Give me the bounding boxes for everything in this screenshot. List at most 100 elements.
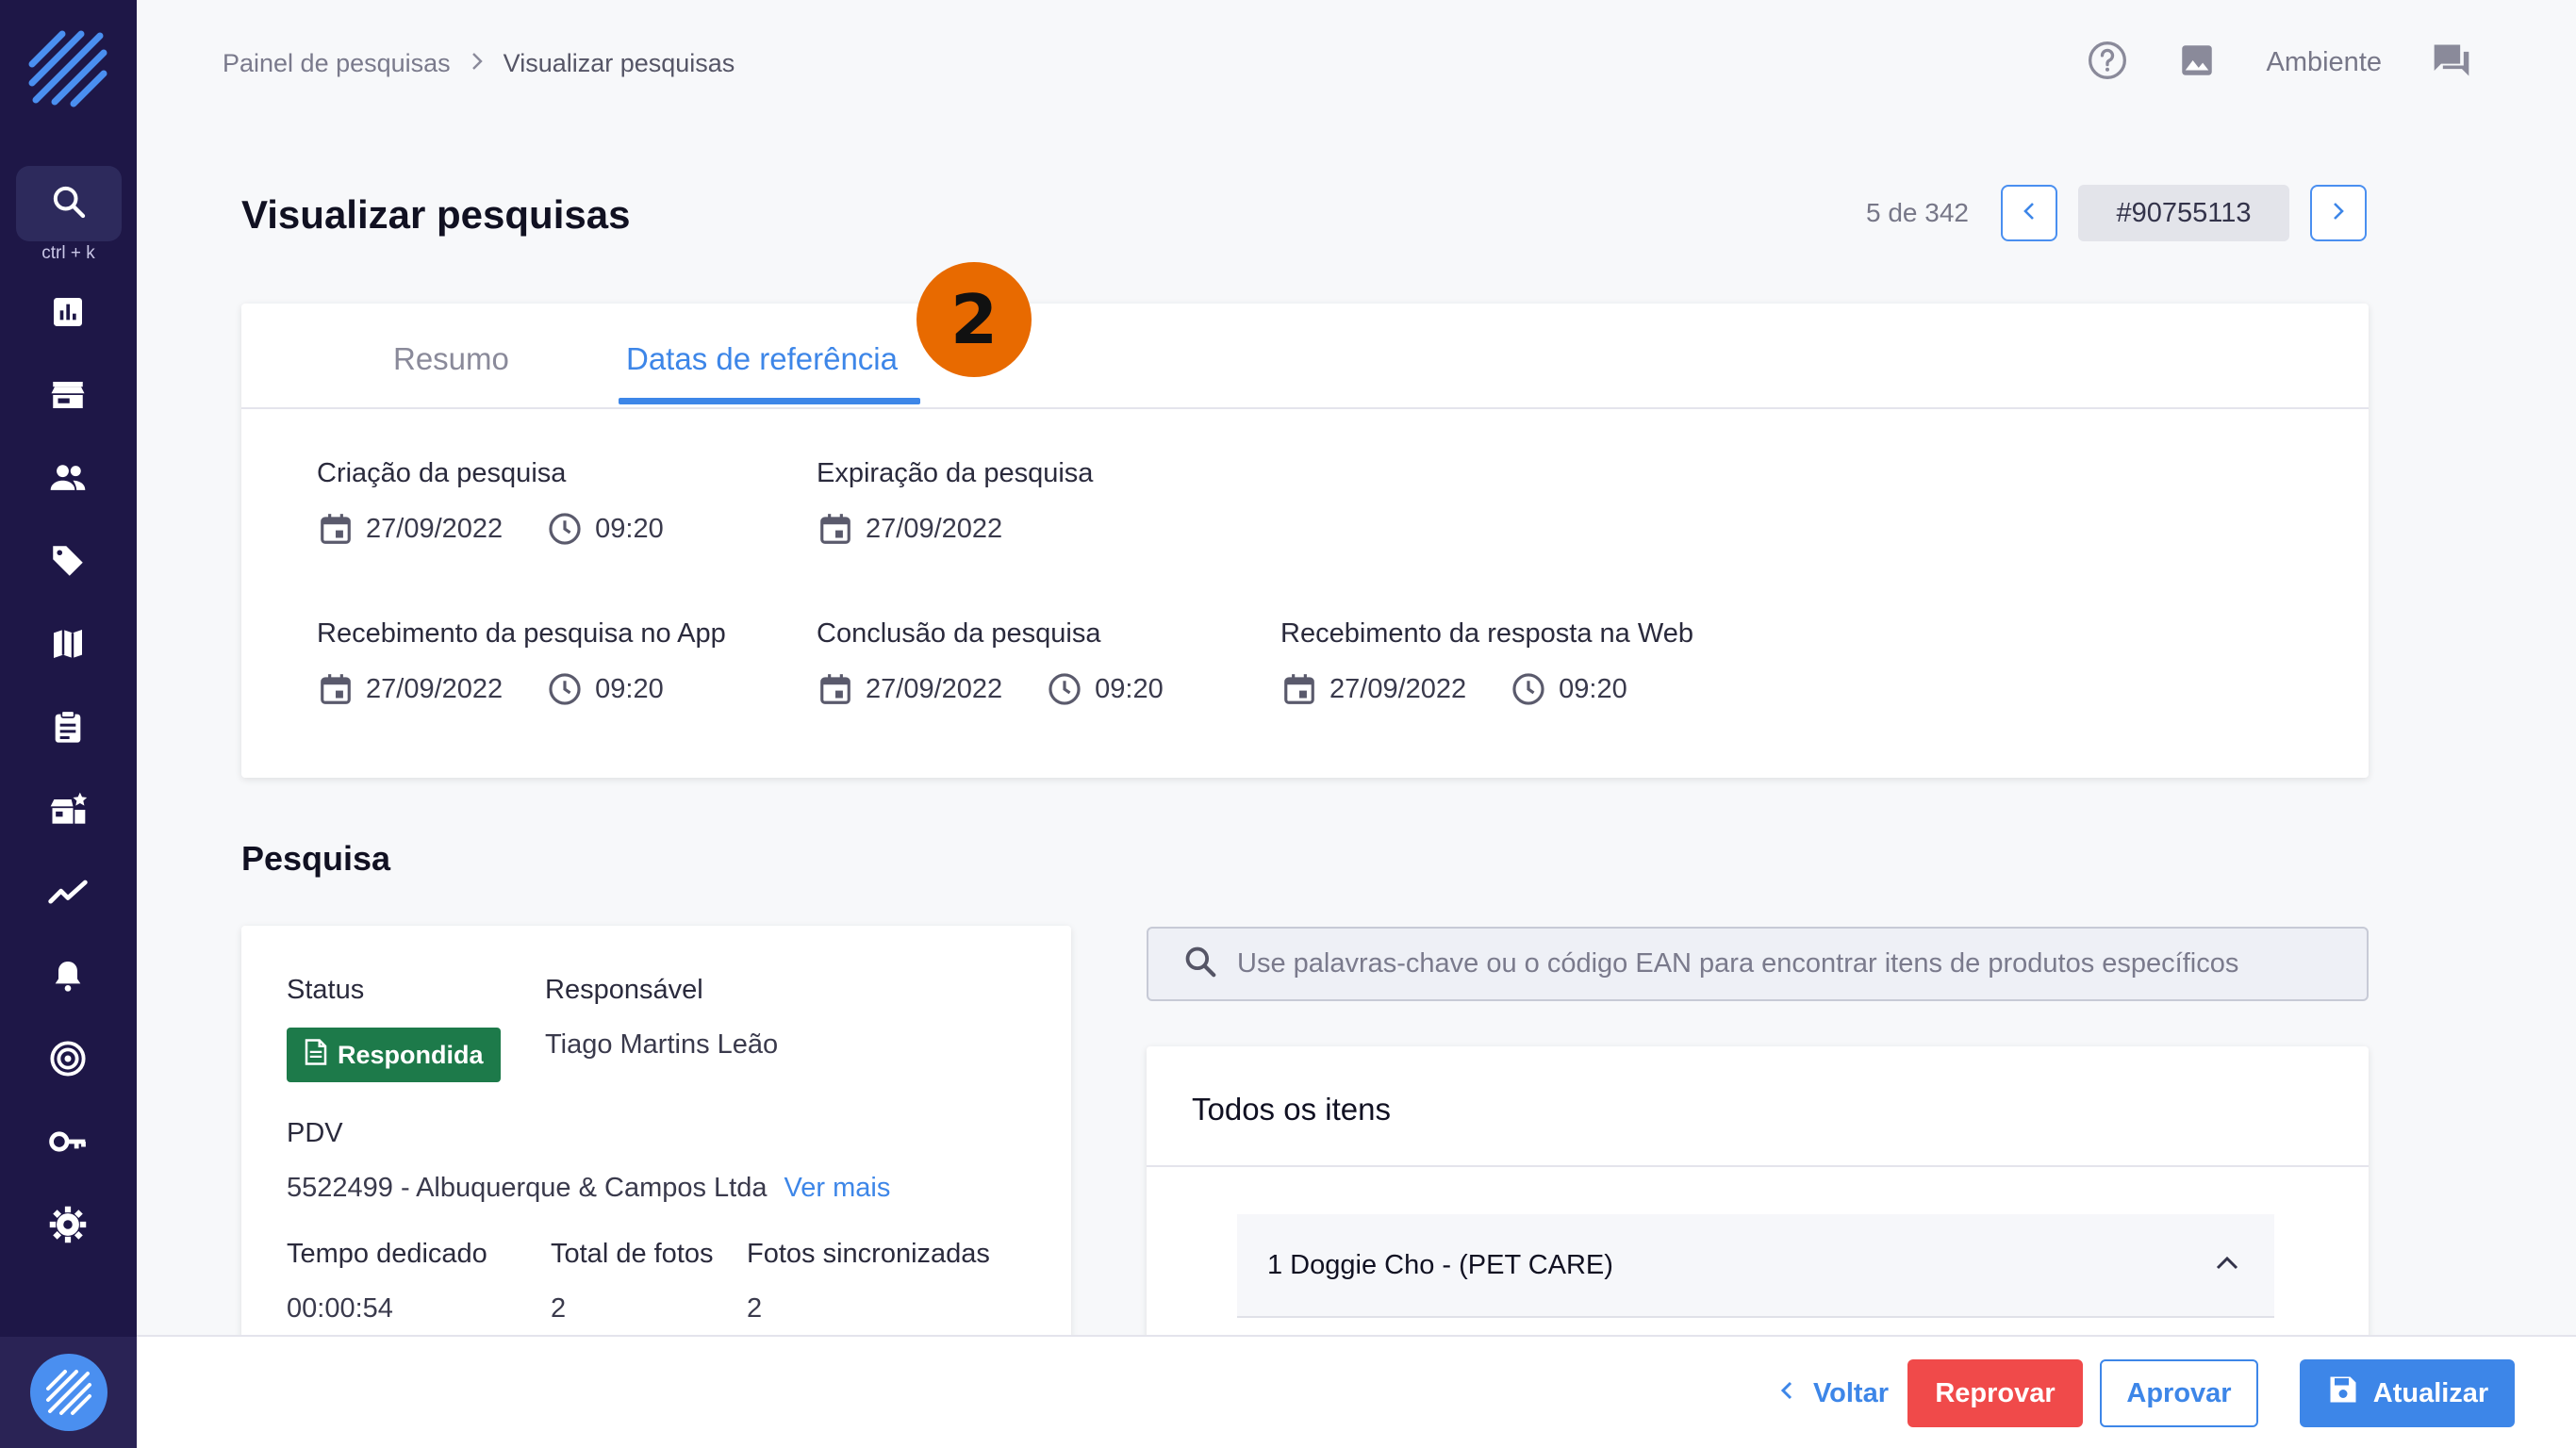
step-marker-badge: 2 <box>916 262 1032 377</box>
app-receipt-date-block: Recebimento da pesquisa no App 27/09/202… <box>317 618 726 708</box>
section-title-pesquisa: Pesquisa <box>241 839 391 878</box>
calendar-icon <box>317 510 355 548</box>
creation-date-label: Criação da pesquisa <box>317 458 567 488</box>
divider <box>1147 1165 2369 1167</box>
trending-icon[interactable] <box>43 868 92 917</box>
responsible-value: Tiago Martins Leão <box>545 1029 779 1060</box>
time-spent-label: Tempo dedicado <box>287 1239 487 1269</box>
dashboard-icon[interactable] <box>43 288 92 337</box>
next-button[interactable] <box>2310 185 2367 241</box>
chevron-left-icon <box>2021 200 2038 227</box>
total-photos-label: Total de fotos <box>551 1239 714 1269</box>
responsible-label: Responsável <box>545 975 703 1005</box>
search-icon <box>50 183 88 225</box>
app-receipt-time-value: 09:20 <box>595 673 664 704</box>
clipboard-icon[interactable] <box>43 702 92 751</box>
map-icon[interactable] <box>43 619 92 668</box>
brand-logo-icon[interactable] <box>26 28 109 111</box>
previous-button[interactable] <box>2001 185 2057 241</box>
creation-date-block: Criação da pesquisa 27/09/2022 09:20 <box>317 458 707 548</box>
item-name: 1 Doggie Cho - (PET CARE) <box>1267 1249 1613 1280</box>
search-icon <box>1182 944 1218 984</box>
store-icon[interactable] <box>43 370 92 420</box>
search-shortcut-hint: ctrl + k <box>41 243 95 263</box>
sidebar: ctrl + k <box>0 0 137 1448</box>
pdv-value-row: 5522499 - Albuquerque & Campos Ltda Ver … <box>287 1173 890 1204</box>
total-photos-value: 2 <box>551 1293 567 1324</box>
item-accordion-row[interactable]: 1 Doggie Cho - (PET CARE) <box>1237 1214 2274 1318</box>
calendar-icon <box>817 510 854 548</box>
app-receipt-date-label: Recebimento da pesquisa no App <box>317 618 726 649</box>
pdv-label: PDV <box>287 1118 343 1148</box>
save-icon <box>2326 1373 2360 1414</box>
environment-label[interactable]: Ambiente <box>2266 47 2382 78</box>
pager-count: 5 de 342 <box>1866 198 1969 227</box>
creation-time-value: 09:20 <box>595 513 664 544</box>
web-receipt-date-value: 27/09/2022 <box>1329 673 1467 704</box>
tab-datas-de-referencia[interactable]: Datas de referência <box>626 341 898 377</box>
gear-icon[interactable] <box>43 1200 92 1249</box>
status-badge: Respondida <box>287 1028 501 1082</box>
status-badge-label: Respondida <box>338 1040 484 1069</box>
bell-icon[interactable] <box>43 951 92 1000</box>
synced-photos-value: 2 <box>747 1293 763 1324</box>
tab-resumo[interactable]: Resumo <box>393 341 509 377</box>
conclusion-date-value: 27/09/2022 <box>866 673 1003 704</box>
product-search-box <box>1147 927 2369 1001</box>
reference-dates-card: Resumo Datas de referência Criação da pe… <box>241 304 2369 778</box>
items-card: Todos os itens 1 Doggie Cho - (PET CARE) <box>1147 1046 2369 1367</box>
clock-icon <box>1046 670 1083 708</box>
time-spent-value: 00:00:54 <box>287 1293 393 1324</box>
chevron-left-icon <box>1779 1378 1794 1409</box>
expiration-date-value: 27/09/2022 <box>866 513 1003 544</box>
breadcrumb-parent-link[interactable]: Painel de pesquisas <box>223 49 451 78</box>
back-button-label: Voltar <box>1812 1377 1890 1408</box>
key-icon[interactable] <box>43 1117 92 1166</box>
conclusion-date-label: Conclusão da pesquisa <box>817 618 1101 649</box>
clock-icon <box>1510 670 1547 708</box>
synced-photos-label: Fotos sincronizadas <box>747 1239 990 1269</box>
app-receipt-date-value: 27/09/2022 <box>366 673 504 704</box>
survey-info-card: Status Respondida Responsável Tiago Mart… <box>241 926 1071 1341</box>
chevron-up-icon[interactable] <box>2214 1254 2240 1277</box>
back-button[interactable]: Voltar <box>1740 1359 1928 1427</box>
brand-avatar-icon <box>29 1354 107 1431</box>
breadcrumb: Painel de pesquisas Visualizar pesquisas <box>223 49 735 78</box>
target-icon[interactable] <box>43 1034 92 1083</box>
reject-button[interactable]: Reprovar <box>1907 1359 2083 1427</box>
approve-button[interactable]: Aprovar <box>2100 1359 2258 1427</box>
creation-date-value: 27/09/2022 <box>366 513 504 544</box>
header-actions: Ambiente <box>2087 40 2472 86</box>
tabs: Resumo Datas de referência <box>241 304 2369 409</box>
update-button-label: Atualizar <box>2372 1377 2489 1408</box>
document-icon <box>304 1038 328 1073</box>
clock-icon <box>546 670 584 708</box>
people-icon[interactable] <box>43 453 92 502</box>
calendar-icon <box>817 670 854 708</box>
chat-icon[interactable] <box>2431 40 2472 86</box>
tag-icon[interactable] <box>43 536 92 585</box>
expiration-date-block: Expiração da pesquisa 27/09/2022 <box>817 458 1093 548</box>
image-icon[interactable] <box>2177 41 2217 85</box>
chevron-right-icon <box>470 49 485 78</box>
action-bar: Voltar Reprovar Aprovar Atualizar <box>137 1335 2576 1448</box>
active-tab-indicator <box>619 398 920 404</box>
chevron-right-icon <box>2330 200 2347 227</box>
update-button[interactable]: Atualizar <box>2300 1359 2515 1427</box>
user-menu-button[interactable] <box>0 1337 137 1448</box>
items-title: Todos os itens <box>1192 1092 1391 1127</box>
conclusion-time-value: 09:20 <box>1095 673 1164 704</box>
calendar-icon <box>317 670 355 708</box>
breadcrumb-current: Visualizar pesquisas <box>503 49 735 77</box>
product-search-input[interactable] <box>1237 948 2350 979</box>
web-receipt-date-label: Recebimento da resposta na Web <box>1280 618 1693 649</box>
search-button[interactable] <box>16 166 122 241</box>
store-star-icon[interactable] <box>43 785 92 834</box>
clock-icon <box>546 510 584 548</box>
conclusion-date-block: Conclusão da pesquisa 27/09/2022 09:20 <box>817 618 1207 708</box>
pager: 5 de 342 #90755113 <box>1866 185 2367 241</box>
pdv-value: 5522499 - Albuquerque & Campos Ltda <box>287 1173 768 1203</box>
ver-mais-link[interactable]: Ver mais <box>784 1173 891 1203</box>
expiration-date-label: Expiração da pesquisa <box>817 458 1094 488</box>
help-icon[interactable] <box>2087 40 2128 86</box>
